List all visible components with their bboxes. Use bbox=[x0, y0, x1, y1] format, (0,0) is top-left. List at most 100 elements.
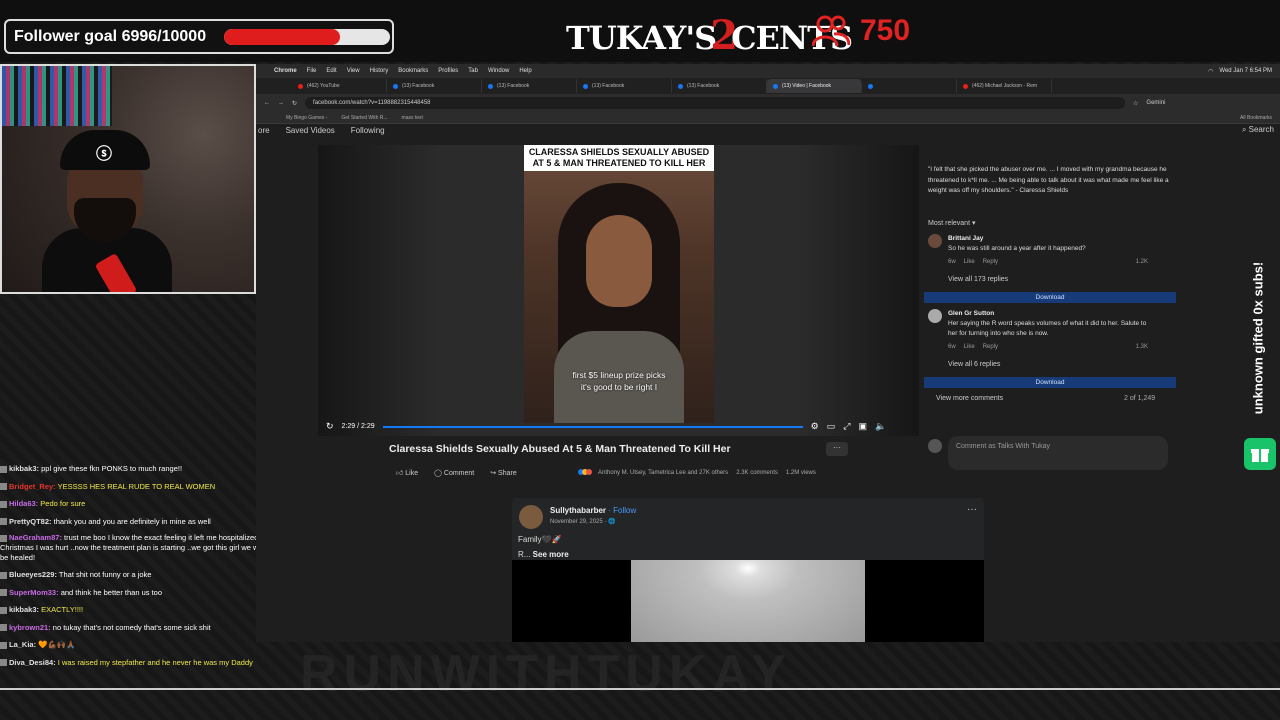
reactor-names[interactable]: Anthony M. Utsey, Tametrica Lee and 27K … bbox=[598, 470, 728, 476]
sort-dropdown[interactable]: Most relevant ▾ bbox=[928, 219, 975, 227]
chat-username[interactable]: PrettyQT82: bbox=[9, 517, 52, 526]
favicon-icon bbox=[963, 83, 968, 89]
chat-username[interactable]: NaeGraham87: bbox=[9, 533, 62, 542]
reload-icon[interactable]: ↻ bbox=[292, 100, 297, 107]
comment-composer: Comment as Talks With Tukay bbox=[924, 436, 1176, 472]
viewer-count: 750 bbox=[860, 14, 911, 47]
channel-logo: TUKAY'S2CENTS bbox=[566, 12, 853, 59]
see-more-link[interactable]: See more bbox=[533, 550, 569, 559]
comment-like[interactable]: Like bbox=[964, 342, 975, 352]
chat-username[interactable]: Diva_Desi84: bbox=[9, 658, 56, 667]
star-icon[interactable]: ☆ bbox=[1133, 100, 1138, 107]
cap: ⓢ bbox=[60, 130, 150, 170]
settings-icon[interactable]: ⚙ bbox=[811, 421, 819, 432]
replay-icon[interactable]: ↻ bbox=[326, 421, 334, 432]
follow-link[interactable]: · Follow bbox=[608, 506, 636, 515]
tab-label: (13) Facebook bbox=[402, 83, 435, 89]
menu-item[interactable]: Tab bbox=[468, 68, 478, 74]
menu-item[interactable]: File bbox=[307, 68, 317, 74]
menu-item[interactable]: Edit bbox=[326, 68, 336, 74]
view-replies-link[interactable]: View all 6 replies bbox=[948, 361, 1000, 368]
progress-bar[interactable] bbox=[382, 425, 803, 428]
download-button[interactable]: Download bbox=[924, 377, 1176, 388]
bookmark-item[interactable]: mass text bbox=[402, 115, 423, 121]
volume-icon[interactable]: 🔈 bbox=[875, 421, 886, 432]
menu-item[interactable]: Chrome bbox=[274, 68, 297, 74]
feed-post: Sullythabarber · Follow November 29, 202… bbox=[512, 498, 984, 642]
menu-item[interactable]: View bbox=[347, 68, 360, 74]
follower-goal-bar bbox=[224, 29, 390, 45]
menu-item[interactable]: Profiles bbox=[438, 68, 458, 74]
reaction-summary: Anthony M. Utsey, Tametrica Lee and 27K … bbox=[578, 469, 816, 477]
viewer-counter: 750 bbox=[812, 14, 910, 48]
post-media[interactable] bbox=[512, 560, 984, 642]
browser-tab[interactable]: (462) YouTube bbox=[292, 79, 387, 93]
browser-tab[interactable] bbox=[862, 79, 957, 93]
post-author[interactable]: Sullythabarber bbox=[550, 506, 606, 515]
comment-button[interactable]: ◯ Comment bbox=[434, 469, 474, 477]
comment-reply[interactable]: Reply bbox=[983, 257, 998, 267]
comments-count[interactable]: 2.3K comments bbox=[736, 470, 778, 476]
back-icon[interactable]: ← bbox=[264, 100, 270, 106]
comment-input[interactable]: Comment as Talks With Tukay bbox=[948, 436, 1168, 470]
chat-badge-icon bbox=[0, 500, 7, 508]
browser-tab[interactable]: (13) Facebook bbox=[482, 79, 577, 93]
profile-chip[interactable]: Gemini bbox=[1146, 100, 1165, 106]
menu-item[interactable]: History bbox=[370, 68, 389, 74]
chat-username[interactable]: kikbak3: bbox=[9, 464, 39, 473]
video-player[interactable]: CLARESSA SHIELDS SEXUALLY ABUSED AT 5 & … bbox=[318, 145, 919, 436]
post-menu-icon[interactable]: ··· bbox=[967, 504, 977, 515]
favicon-icon bbox=[583, 83, 588, 89]
more-options-button[interactable]: ··· bbox=[826, 442, 848, 456]
browser-tab[interactable]: (13) Video | Facebook bbox=[767, 79, 862, 93]
like-button[interactable]: 👍︎ Like bbox=[396, 468, 418, 477]
comment-author[interactable]: Brittani Jay bbox=[948, 234, 1148, 244]
nav-item-saved-videos[interactable]: Saved Videos bbox=[286, 126, 335, 135]
video-time: 2:29 / 2:29 bbox=[341, 423, 375, 430]
post-date[interactable]: November 29, 2025 · 🌐 bbox=[550, 518, 616, 525]
chat-username[interactable]: Bridget_Rey: bbox=[9, 482, 56, 491]
bookmark-item[interactable]: My Bingo Games - bbox=[286, 115, 327, 121]
captions-icon[interactable]: ▭ bbox=[827, 421, 836, 432]
nav-item-following[interactable]: Following bbox=[351, 126, 385, 135]
chat-username[interactable]: kybrown21: bbox=[9, 623, 51, 632]
logo-left: TUKAY'S bbox=[566, 19, 717, 57]
menu-item[interactable]: Help bbox=[519, 68, 531, 74]
browser-tab[interactable]: (13) Facebook bbox=[577, 79, 672, 93]
avatar[interactable] bbox=[928, 234, 942, 248]
view-more-comments[interactable]: View more comments bbox=[936, 395, 1003, 402]
forward-icon[interactable]: → bbox=[278, 100, 284, 106]
browser-tab[interactable]: (462) Michael Jackson - Rem bbox=[957, 79, 1052, 93]
avatar[interactable] bbox=[928, 309, 942, 323]
chat-text: I was raised my stepfather and he never … bbox=[57, 657, 253, 667]
menu-item[interactable]: Window bbox=[488, 68, 509, 74]
browser-tab[interactable]: (13) Facebook bbox=[672, 79, 767, 93]
webcam-feed: ⓢ bbox=[0, 64, 256, 294]
nav-item[interactable]: ore bbox=[258, 126, 270, 135]
comment-icon: ◯ bbox=[434, 469, 444, 477]
avatar[interactable] bbox=[519, 505, 543, 529]
menu-item[interactable]: Bookmarks bbox=[398, 68, 428, 74]
pip-icon[interactable]: ▣ bbox=[858, 421, 867, 432]
comment-reply[interactable]: Reply bbox=[983, 342, 998, 352]
chat-badge-icon bbox=[0, 659, 7, 667]
comment-like[interactable]: Like bbox=[964, 257, 975, 267]
all-bookmarks[interactable]: All Bookmarks bbox=[1240, 115, 1280, 121]
comment-author[interactable]: Glen Gr Sutton bbox=[948, 309, 1148, 319]
url-field[interactable]: facebook.com/watch?v=1198882315448458 bbox=[305, 97, 1126, 109]
download-button[interactable]: Download bbox=[924, 292, 1176, 303]
fullscreen-icon[interactable]: ⤢ bbox=[843, 421, 850, 432]
search-button[interactable]: ⌕ Search bbox=[1242, 125, 1280, 135]
comments-pagination: 2 of 1,249 bbox=[1124, 395, 1156, 402]
share-button[interactable]: ↪ Share bbox=[490, 469, 517, 477]
browser-tab[interactable]: (13) Facebook bbox=[387, 79, 482, 93]
view-replies-link[interactable]: View all 173 replies bbox=[948, 276, 1008, 283]
chat-username[interactable]: La_Kia: bbox=[9, 640, 36, 649]
bookmark-item[interactable]: Get Started With R... bbox=[341, 115, 387, 121]
facebook-watch-nav: ore Saved Videos Following ⌕ Search bbox=[256, 124, 1280, 136]
chat-username[interactable]: SuperMom33: bbox=[9, 588, 59, 597]
chat-username[interactable]: kikbak3: bbox=[9, 605, 39, 614]
chat-username[interactable]: Hilda63: bbox=[9, 499, 38, 508]
chat-message: SuperMom33: and think he better than us … bbox=[0, 584, 270, 602]
chat-username[interactable]: Blueeyes229: bbox=[9, 570, 57, 579]
